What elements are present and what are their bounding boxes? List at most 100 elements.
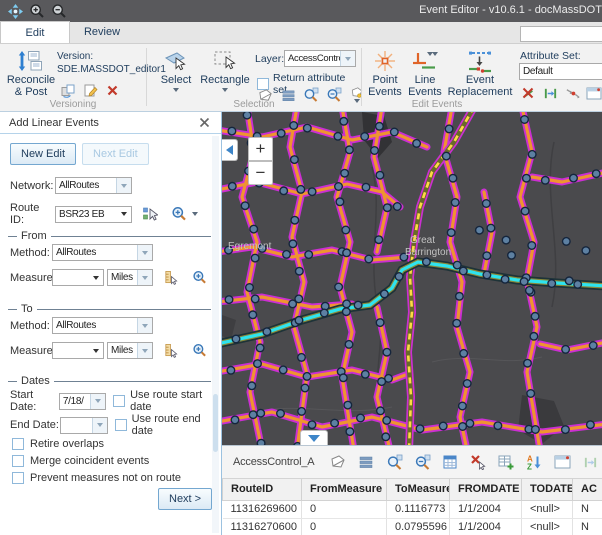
event-point-marker[interactable] xyxy=(297,186,305,194)
event-point-marker[interactable] xyxy=(524,359,532,367)
to-method-caret[interactable] xyxy=(137,318,152,333)
table-row[interactable]: 1131626960000.11167731/1/2004<null>N xyxy=(223,500,602,518)
table-zoom-selection-icon[interactable] xyxy=(384,452,404,472)
table-column-header[interactable]: FromMeasure xyxy=(302,479,387,500)
network-combo-caret[interactable] xyxy=(116,178,131,193)
zoom-in-tool-icon[interactable] xyxy=(28,2,46,20)
start-date-caret[interactable] xyxy=(90,394,105,409)
event-point-marker[interactable] xyxy=(562,426,570,434)
reconcile-post-button[interactable]: Reconcile & Post xyxy=(4,48,58,98)
event-point-marker[interactable] xyxy=(502,236,510,244)
event-point-marker[interactable] xyxy=(246,284,254,292)
select-dropdown-caret[interactable] xyxy=(173,88,179,92)
from-measure-caret[interactable] xyxy=(88,270,103,285)
from-measure-combo[interactable] xyxy=(52,269,104,286)
event-point-marker[interactable] xyxy=(346,428,354,436)
end-date-combo[interactable] xyxy=(60,417,108,434)
select-button[interactable]: Select xyxy=(155,48,197,92)
to-unit-caret[interactable] xyxy=(137,343,152,358)
event-point-marker[interactable] xyxy=(530,333,538,341)
event-point-marker[interactable] xyxy=(523,174,531,182)
event-point-marker[interactable] xyxy=(334,133,342,141)
use-route-end-checkbox[interactable] xyxy=(115,419,127,431)
table-expander-button[interactable] xyxy=(300,430,328,445)
table-column-header[interactable]: ToMeasure xyxy=(387,479,450,500)
event-point-marker[interactable] xyxy=(377,407,385,415)
event-point-marker[interactable] xyxy=(277,130,285,138)
prevent-measures-checkbox[interactable] xyxy=(12,472,24,484)
event-point-marker[interactable] xyxy=(303,373,311,381)
event-point-marker[interactable] xyxy=(343,249,351,257)
event-point-marker[interactable] xyxy=(378,378,386,386)
event-point-marker[interactable] xyxy=(376,123,384,131)
delete-events-icon[interactable] xyxy=(520,85,536,101)
tab-edit[interactable]: Edit xyxy=(0,21,70,43)
event-point-marker[interactable] xyxy=(548,280,556,288)
table-calculate-icon[interactable] xyxy=(440,452,460,472)
select-route-on-map-icon[interactable] xyxy=(142,206,158,222)
event-point-marker[interactable] xyxy=(227,367,235,375)
pan-icon[interactable] xyxy=(6,2,24,20)
event-point-marker[interactable] xyxy=(241,202,249,210)
to-method-combo[interactable]: AllRoutes xyxy=(52,317,153,334)
event-point-marker[interactable] xyxy=(250,225,258,233)
event-point-marker[interactable] xyxy=(342,226,350,234)
event-point-marker[interactable] xyxy=(423,258,431,266)
event-point-marker[interactable] xyxy=(371,147,379,155)
event-point-marker[interactable] xyxy=(254,360,262,368)
rectangle-dropdown-caret[interactable] xyxy=(222,88,228,92)
event-point-marker[interactable] xyxy=(340,374,348,382)
from-zoom-measure-icon[interactable] xyxy=(191,270,207,286)
event-point-marker[interactable] xyxy=(336,198,344,206)
event-point-marker[interactable] xyxy=(447,229,455,237)
event-point-marker[interactable] xyxy=(248,382,256,390)
event-point-marker[interactable] xyxy=(263,328,271,336)
event-point-marker[interactable] xyxy=(416,425,424,433)
merge-events-icon[interactable] xyxy=(564,85,580,101)
table-column-header[interactable]: AC xyxy=(573,479,602,500)
event-point-marker[interactable] xyxy=(341,169,349,177)
network-combo[interactable]: AllRoutes xyxy=(55,177,132,194)
event-point-marker[interactable] xyxy=(483,252,491,260)
table-header-row[interactable]: RouteIDFromMeasureToMeasureFROMDATETODAT… xyxy=(223,479,602,500)
event-point-marker[interactable] xyxy=(456,293,464,301)
to-zoom-measure-icon[interactable] xyxy=(191,343,207,359)
rectangle-button[interactable]: Rectangle xyxy=(199,48,251,92)
from-select-measure-icon[interactable] xyxy=(162,270,178,286)
event-point-marker[interactable] xyxy=(362,371,370,379)
event-point-marker[interactable] xyxy=(375,236,383,244)
event-point-marker[interactable] xyxy=(562,346,570,354)
table-column-header[interactable]: RouteID xyxy=(223,479,302,500)
event-point-marker[interactable] xyxy=(291,156,299,164)
event-point-marker[interactable] xyxy=(453,261,461,269)
event-point-marker[interactable] xyxy=(463,380,471,388)
event-point-marker[interactable] xyxy=(249,311,257,319)
event-point-marker[interactable] xyxy=(277,410,285,418)
event-point-marker[interactable] xyxy=(592,170,600,178)
event-point-marker[interactable] xyxy=(381,290,389,298)
attribute-set-combo[interactable]: Default xyxy=(519,63,602,80)
event-point-marker[interactable] xyxy=(460,350,468,358)
event-point-marker[interactable] xyxy=(331,419,339,427)
event-point-marker[interactable] xyxy=(305,251,313,259)
next-button[interactable]: Next > xyxy=(158,488,212,510)
event-point-marker[interactable] xyxy=(565,277,573,285)
table-panel-icon[interactable] xyxy=(552,452,572,472)
from-method-caret[interactable] xyxy=(137,245,152,260)
event-point-marker[interactable] xyxy=(251,254,259,262)
event-point-marker[interactable] xyxy=(295,295,303,303)
table-delete-selected-icon[interactable] xyxy=(468,452,488,472)
event-point-marker[interactable] xyxy=(483,200,491,208)
event-point-marker[interactable] xyxy=(443,152,451,160)
from-unit-caret[interactable] xyxy=(137,270,152,285)
event-point-marker[interactable] xyxy=(382,433,390,441)
event-point-marker[interactable] xyxy=(383,417,391,425)
event-point-marker[interactable] xyxy=(249,411,257,419)
merge-coincident-checkbox[interactable] xyxy=(12,455,24,467)
translate-events-icon[interactable] xyxy=(542,85,558,101)
event-point-marker[interactable] xyxy=(587,421,595,429)
event-point-marker[interactable] xyxy=(365,255,373,263)
event-point-marker[interactable] xyxy=(228,127,236,135)
event-point-marker[interactable] xyxy=(528,151,536,159)
tab-review[interactable]: Review xyxy=(70,21,134,43)
